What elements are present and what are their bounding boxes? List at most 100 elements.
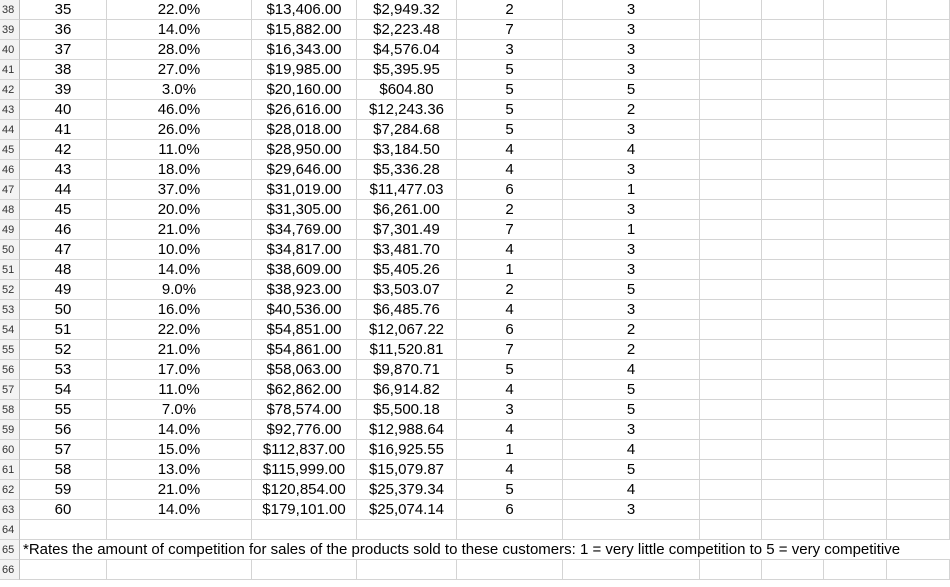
cell-e[interactable]: 7: [457, 20, 563, 40]
empty-cell[interactable]: [824, 0, 887, 20]
cell-f[interactable]: 3: [563, 20, 700, 40]
cell-a[interactable]: 52: [20, 340, 107, 360]
cell-a[interactable]: 42: [20, 140, 107, 160]
empty-cell[interactable]: [824, 380, 887, 400]
row-header[interactable]: 66: [0, 560, 20, 580]
cell-a[interactable]: 48: [20, 260, 107, 280]
row-header[interactable]: 43: [0, 100, 20, 120]
cell-c[interactable]: $54,851.00: [252, 320, 357, 340]
empty-cell[interactable]: [762, 520, 824, 540]
empty-cell[interactable]: [887, 300, 950, 320]
empty-cell[interactable]: [762, 560, 824, 580]
cell-c[interactable]: $34,769.00: [252, 220, 357, 240]
empty-cell[interactable]: [887, 380, 950, 400]
cell-c[interactable]: $15,882.00: [252, 20, 357, 40]
empty-cell[interactable]: [762, 440, 824, 460]
cell-e[interactable]: 4: [457, 140, 563, 160]
cell-d[interactable]: $2,223.48: [357, 20, 457, 40]
empty-cell[interactable]: [887, 220, 950, 240]
cell-f[interactable]: 3: [563, 420, 700, 440]
cell-f[interactable]: 3: [563, 160, 700, 180]
empty-cell[interactable]: [700, 60, 762, 80]
cell-a[interactable]: 44: [20, 180, 107, 200]
empty-cell[interactable]: [824, 200, 887, 220]
empty-cell[interactable]: [824, 40, 887, 60]
empty-cell[interactable]: [887, 320, 950, 340]
cell-b[interactable]: 17.0%: [107, 360, 252, 380]
cell-f[interactable]: 5: [563, 80, 700, 100]
empty-cell[interactable]: [563, 560, 700, 580]
empty-cell[interactable]: [887, 60, 950, 80]
empty-cell[interactable]: [824, 440, 887, 460]
empty-cell[interactable]: [762, 240, 824, 260]
row-header[interactable]: 52: [0, 280, 20, 300]
empty-cell[interactable]: [887, 40, 950, 60]
cell-d[interactable]: $15,079.87: [357, 460, 457, 480]
cell-d[interactable]: $7,284.68: [357, 120, 457, 140]
cell-f[interactable]: 3: [563, 60, 700, 80]
cell-c[interactable]: $112,837.00: [252, 440, 357, 460]
cell-a[interactable]: 43: [20, 160, 107, 180]
empty-cell[interactable]: [824, 320, 887, 340]
cell-b[interactable]: 22.0%: [107, 0, 252, 20]
empty-cell[interactable]: [457, 520, 563, 540]
cell-f[interactable]: 4: [563, 360, 700, 380]
cell-c[interactable]: $38,923.00: [252, 280, 357, 300]
empty-cell[interactable]: [887, 480, 950, 500]
empty-cell[interactable]: [824, 80, 887, 100]
empty-cell[interactable]: [20, 520, 107, 540]
empty-cell[interactable]: [762, 140, 824, 160]
cell-d[interactable]: $7,301.49: [357, 220, 457, 240]
empty-cell[interactable]: [762, 280, 824, 300]
empty-cell[interactable]: [887, 240, 950, 260]
empty-cell[interactable]: [762, 100, 824, 120]
empty-cell[interactable]: [762, 400, 824, 420]
cell-f[interactable]: 5: [563, 280, 700, 300]
empty-cell[interactable]: [824, 400, 887, 420]
cell-f[interactable]: 4: [563, 480, 700, 500]
cell-b[interactable]: 9.0%: [107, 280, 252, 300]
row-header[interactable]: 57: [0, 380, 20, 400]
empty-cell[interactable]: [762, 340, 824, 360]
cell-b[interactable]: 18.0%: [107, 160, 252, 180]
row-header[interactable]: 40: [0, 40, 20, 60]
cell-d[interactable]: $11,477.03: [357, 180, 457, 200]
cell-c[interactable]: $13,406.00: [252, 0, 357, 20]
empty-cell[interactable]: [700, 480, 762, 500]
empty-cell[interactable]: [824, 140, 887, 160]
cell-a[interactable]: 41: [20, 120, 107, 140]
empty-cell[interactable]: [824, 220, 887, 240]
cell-e[interactable]: 6: [457, 320, 563, 340]
empty-cell[interactable]: [762, 500, 824, 520]
cell-c[interactable]: $28,950.00: [252, 140, 357, 160]
empty-cell[interactable]: [700, 140, 762, 160]
cell-b[interactable]: 21.0%: [107, 480, 252, 500]
empty-cell[interactable]: [824, 260, 887, 280]
cell-d[interactable]: $4,576.04: [357, 40, 457, 60]
cell-d[interactable]: $5,405.26: [357, 260, 457, 280]
cell-f[interactable]: 4: [563, 140, 700, 160]
cell-d[interactable]: $6,485.76: [357, 300, 457, 320]
cell-e[interactable]: 6: [457, 500, 563, 520]
cell-c[interactable]: $115,999.00: [252, 460, 357, 480]
cell-b[interactable]: 22.0%: [107, 320, 252, 340]
empty-cell[interactable]: [824, 100, 887, 120]
cell-e[interactable]: 2: [457, 280, 563, 300]
cell-a[interactable]: 59: [20, 480, 107, 500]
cell-a[interactable]: 54: [20, 380, 107, 400]
cell-c[interactable]: $16,343.00: [252, 40, 357, 60]
cell-e[interactable]: 4: [457, 460, 563, 480]
cell-a[interactable]: 45: [20, 200, 107, 220]
row-header[interactable]: 42: [0, 80, 20, 100]
cell-c[interactable]: $19,985.00: [252, 60, 357, 80]
cell-c[interactable]: $38,609.00: [252, 260, 357, 280]
empty-cell[interactable]: [700, 280, 762, 300]
empty-cell[interactable]: [824, 180, 887, 200]
empty-cell[interactable]: [700, 260, 762, 280]
row-header[interactable]: 56: [0, 360, 20, 380]
cell-e[interactable]: 5: [457, 480, 563, 500]
empty-cell[interactable]: [700, 100, 762, 120]
cell-f[interactable]: 3: [563, 0, 700, 20]
cell-d[interactable]: $6,914.82: [357, 380, 457, 400]
empty-cell[interactable]: [824, 560, 887, 580]
